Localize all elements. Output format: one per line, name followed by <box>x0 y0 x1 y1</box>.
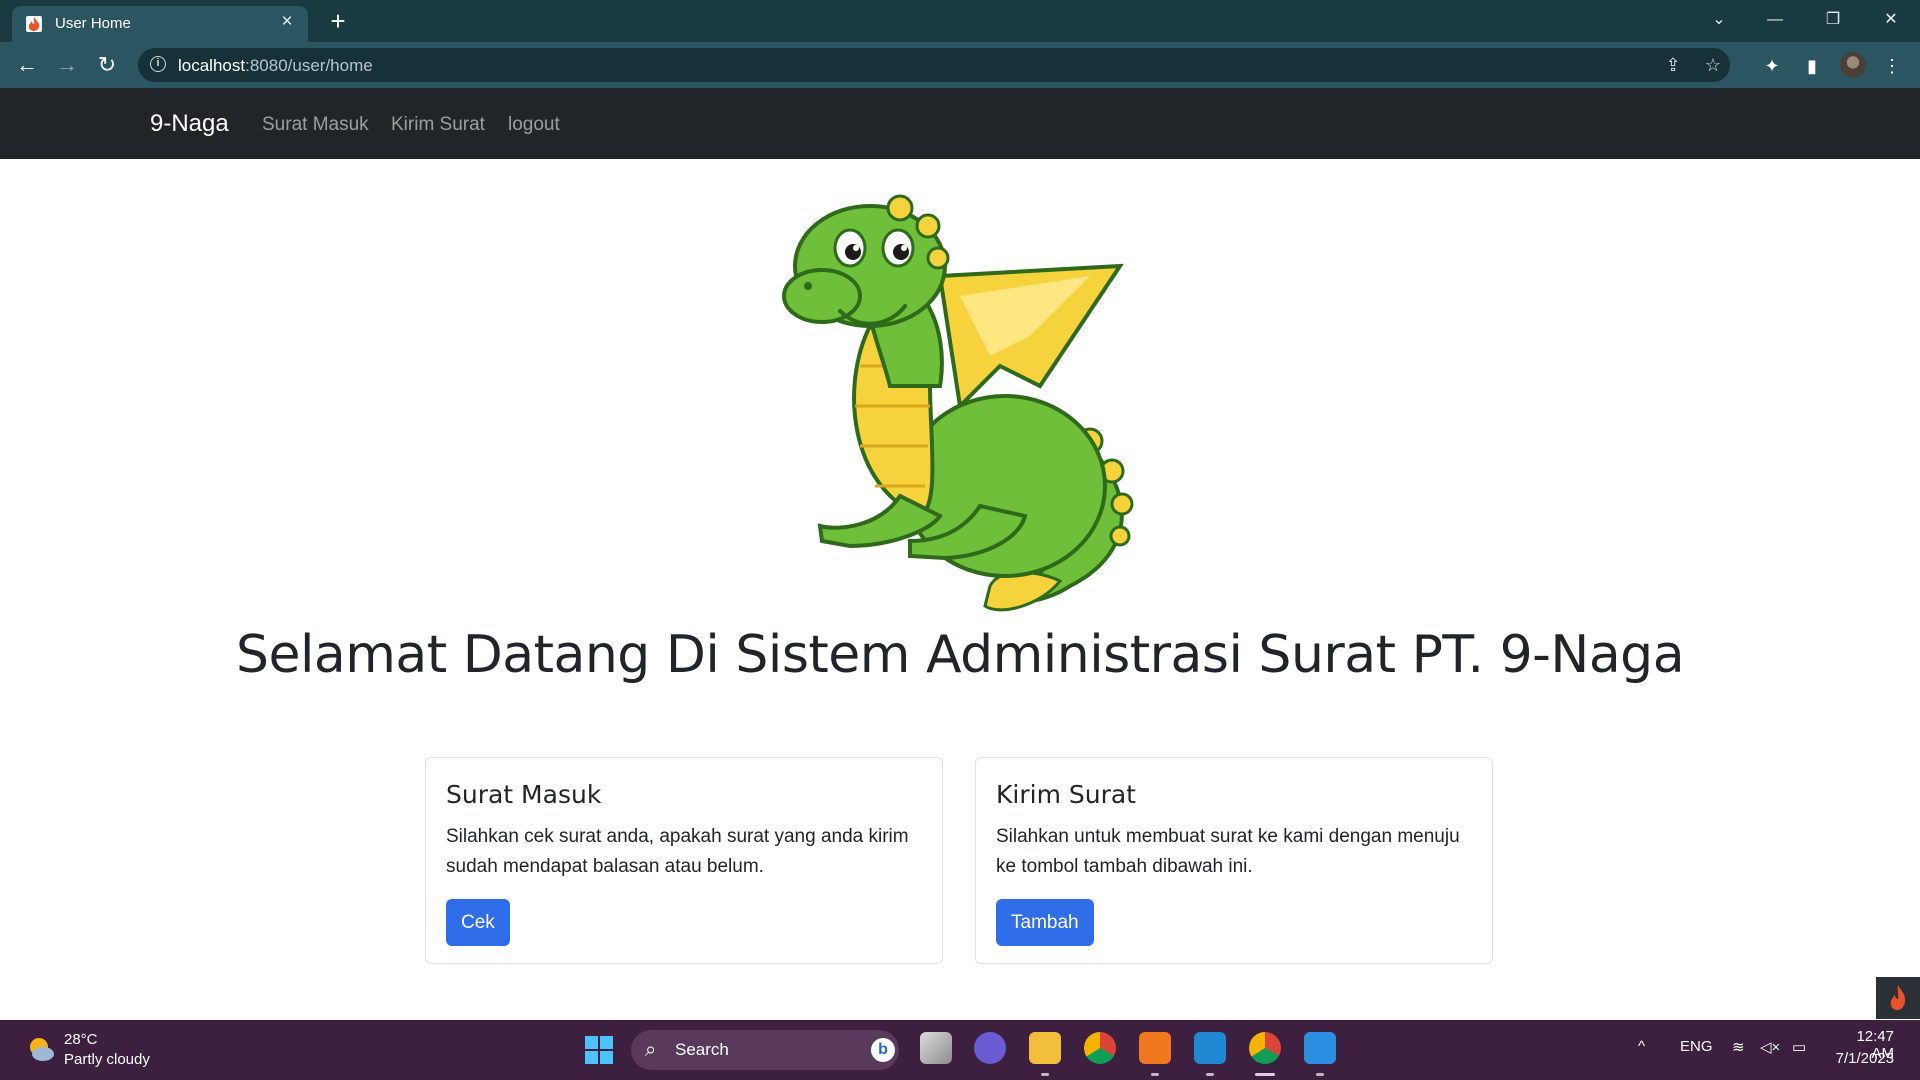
battery-icon[interactable]: ▭ <box>1792 1038 1806 1056</box>
weather-temperature[interactable]: 28°C <box>64 1031 98 1048</box>
tambah-button[interactable]: Tambah <box>996 899 1094 946</box>
minimize-icon[interactable]: — <box>1752 6 1798 34</box>
menu-icon[interactable]: ⋮ <box>1880 54 1904 78</box>
windows-start-icon[interactable] <box>585 1036 613 1064</box>
address-toolbar: ← → ↻ i localhost:8080/user/home ⇪ ☆ ✦ ▮… <box>0 42 1920 88</box>
language-indicator[interactable]: ENG <box>1680 1038 1713 1055</box>
active-indicator <box>1255 1073 1275 1076</box>
reload-icon[interactable]: ↻ <box>92 50 122 80</box>
back-icon[interactable]: ← <box>12 50 42 80</box>
search-label: Search <box>675 1040 729 1059</box>
vscode-icon[interactable] <box>1194 1032 1226 1064</box>
taskbar-search[interactable]: ⌕ Search b <box>631 1030 899 1070</box>
url-text[interactable]: localhost:8080/user/home <box>178 56 373 76</box>
share-icon[interactable]: ⇪ <box>1662 54 1684 76</box>
dragon-illustration <box>782 194 1134 612</box>
photos-icon[interactable] <box>1304 1032 1336 1064</box>
browser-tab-strip: User Home × + ⌄ — ❐ ✕ <box>0 0 1920 42</box>
file-explorer-icon[interactable] <box>1029 1032 1061 1064</box>
new-tab-icon[interactable]: + <box>324 8 352 36</box>
xampp-icon[interactable] <box>1139 1032 1171 1064</box>
chrome-active-icon[interactable] <box>1249 1032 1281 1064</box>
site-navbar: 9-Naga Surat Masuk Kirim Surat logout <box>0 88 1920 159</box>
tab-close-icon[interactable]: × <box>277 12 297 32</box>
browser-tab[interactable]: User Home × <box>12 6 308 42</box>
star-icon[interactable]: ☆ <box>1702 54 1724 76</box>
page-title: Selamat Datang Di Sistem Administrasi Su… <box>235 625 1685 685</box>
navbar-brand[interactable]: 9-Naga <box>150 110 229 138</box>
card-title: Kirim Surat <box>996 780 1136 809</box>
close-window-icon[interactable]: ✕ <box>1868 6 1914 34</box>
restore-icon[interactable]: ❐ <box>1810 6 1856 34</box>
speaker-muted-icon[interactable]: ◁× <box>1760 1038 1780 1056</box>
card-text: Silahkan untuk membuat surat ke kami den… <box>996 826 1460 877</box>
show-hidden-icons-icon[interactable]: ^ <box>1638 1038 1645 1055</box>
chrome-icon[interactable] <box>1084 1032 1116 1064</box>
forward-icon[interactable]: → <box>52 50 82 80</box>
clock-date[interactable]: 7/1/2023 <box>1832 1050 1894 1067</box>
side-panel-icon[interactable]: ▮ <box>1800 54 1824 78</box>
chat-icon[interactable] <box>974 1032 1006 1064</box>
running-indicator <box>1206 1073 1214 1076</box>
bing-icon[interactable]: b <box>871 1038 895 1062</box>
search-icon: ⌕ <box>645 1039 657 1061</box>
nav-link-logout[interactable]: logout <box>508 114 560 136</box>
nav-link-surat-masuk[interactable]: Surat Masuk <box>262 114 369 136</box>
tab-title: User Home <box>55 15 131 32</box>
address-bar[interactable]: i localhost:8080/user/home ⇪ ☆ <box>138 48 1730 82</box>
info-icon[interactable]: i <box>150 56 166 72</box>
card-text: Silahkan cek surat anda, apakah surat ya… <box>446 826 909 877</box>
card-surat-masuk: Surat Masuk Silahkan cek surat anda, apa… <box>425 757 943 964</box>
weather-description[interactable]: Partly cloudy <box>64 1051 150 1068</box>
nav-link-kirim-surat[interactable]: Kirim Surat <box>391 114 485 136</box>
task-view-icon[interactable] <box>920 1032 952 1064</box>
running-indicator <box>1316 1073 1324 1076</box>
tab-search-chevron-icon[interactable]: ⌄ <box>1696 6 1742 34</box>
floating-flame-widget[interactable] <box>1876 977 1920 1019</box>
running-indicator <box>1041 1073 1049 1076</box>
profile-avatar[interactable] <box>1840 52 1866 78</box>
running-indicator <box>1151 1073 1159 1076</box>
flame-favicon-icon <box>26 16 42 32</box>
windows-taskbar: 28°C Partly cloudy ⌕ Search b ^ ENG ≋ ◁×… <box>0 1020 1920 1080</box>
wifi-icon[interactable]: ≋ <box>1732 1038 1745 1056</box>
cek-button[interactable]: Cek <box>446 899 510 946</box>
partly-cloudy-icon[interactable] <box>26 1034 56 1064</box>
extensions-icon[interactable]: ✦ <box>1760 54 1784 78</box>
card-title: Surat Masuk <box>446 780 602 809</box>
card-kirim-surat: Kirim Surat Silahkan untuk membuat surat… <box>975 757 1493 964</box>
